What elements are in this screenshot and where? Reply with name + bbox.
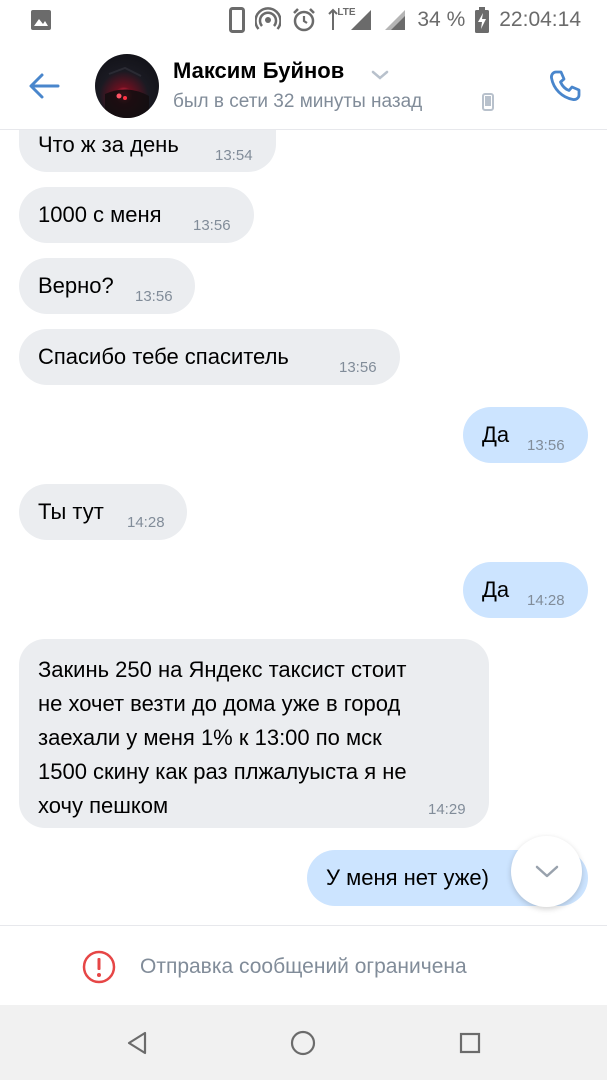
message-text: 1000 с меня xyxy=(38,202,162,227)
circle-home-icon xyxy=(290,1030,316,1056)
scroll-to-bottom-button[interactable] xyxy=(511,836,582,907)
warning-circle-icon xyxy=(82,950,116,989)
chevron-down-icon xyxy=(535,865,558,877)
message-outgoing[interactable]: Да 14:28 xyxy=(463,562,588,618)
message-line: хочу пешком xyxy=(38,793,169,818)
back-button[interactable] xyxy=(22,64,66,108)
battery-percent: 34 % xyxy=(417,8,466,31)
system-navigation-bar xyxy=(0,1005,607,1080)
message-text: Спасибо тебе спаситель xyxy=(38,344,289,369)
message-time: 14:28 xyxy=(527,592,565,609)
message-text: Закинь 250 на Яндекс таксист стоит не хо… xyxy=(38,653,407,823)
messaging-restricted-bar: Отправка сообщений ограничена xyxy=(0,925,607,1005)
data-arrows-icon: LTE xyxy=(327,7,356,33)
chat-header: Максим Буйнов был в сети 32 минуты назад xyxy=(0,40,607,130)
clock: 22:04:14 xyxy=(499,8,581,31)
call-button[interactable] xyxy=(541,62,589,110)
message-text: У меня нет уже) xyxy=(326,865,489,890)
message-text: Что ж за день xyxy=(38,132,179,157)
message-time: 13:54 xyxy=(215,147,253,164)
message-time: 13:56 xyxy=(193,217,231,234)
message-text: Ты тут xyxy=(38,499,104,524)
message-time: 14:29 xyxy=(428,801,466,818)
hotspot-icon xyxy=(255,7,282,33)
message-outgoing[interactable]: Да 13:56 xyxy=(463,407,588,463)
image-icon xyxy=(30,9,52,36)
nav-back-button[interactable] xyxy=(121,1027,153,1059)
chevron-down-icon[interactable] xyxy=(371,67,389,85)
restriction-text: Отправка сообщений ограничена xyxy=(140,955,467,978)
triangle-back-icon xyxy=(127,1031,147,1055)
message-text: Да xyxy=(482,422,510,447)
message-line: 1500 скину как раз плжалуыста я не xyxy=(38,759,407,784)
message-line: не хочет везти до дома уже в город xyxy=(38,691,401,716)
message-incoming[interactable]: Спасибо тебе спаситель 13:56 xyxy=(19,329,400,385)
message-incoming[interactable]: Что ж за день 13:54 xyxy=(19,130,276,172)
message-time: 13:56 xyxy=(339,359,377,376)
message-text: Да xyxy=(482,577,510,602)
message-line: Закинь 250 на Яндекс таксист стоит xyxy=(38,657,407,682)
arrow-left-icon xyxy=(29,73,60,99)
contact-name[interactable]: Максим Буйнов xyxy=(173,58,344,84)
message-incoming[interactable]: 1000 с меня 13:56 xyxy=(19,187,254,243)
avatar[interactable] xyxy=(95,54,159,118)
lte-label: LTE xyxy=(337,7,356,18)
message-incoming[interactable]: Ты тут 14:28 xyxy=(19,484,187,540)
phone-outline-icon xyxy=(229,7,246,33)
message-line: заехали у меня 1% к 13:00 по мск xyxy=(38,725,382,750)
battery-charging-icon xyxy=(475,7,490,33)
nav-home-button[interactable] xyxy=(287,1027,319,1059)
message-incoming[interactable]: Верно? 13:56 xyxy=(19,258,195,314)
message-list[interactable]: Что ж за день 13:54 1000 с меня 13:56 Ве… xyxy=(0,130,607,925)
mobile-device-icon xyxy=(482,93,494,116)
message-text: Верно? xyxy=(38,273,114,298)
square-recents-icon xyxy=(459,1032,481,1054)
message-time: 14:28 xyxy=(127,514,165,531)
message-incoming[interactable]: Закинь 250 на Яндекс таксист стоит не хо… xyxy=(19,639,489,828)
status-bar: LTE 34 % 22:04:14 xyxy=(0,0,607,40)
phone-icon xyxy=(550,70,581,101)
nav-recents-button[interactable] xyxy=(454,1027,486,1059)
alarm-icon xyxy=(291,7,317,33)
message-time: 13:56 xyxy=(135,288,173,305)
message-time: 13:56 xyxy=(527,437,565,454)
last-seen-status: был в сети 32 минуты назад xyxy=(173,91,423,112)
signal-icon xyxy=(383,8,407,32)
